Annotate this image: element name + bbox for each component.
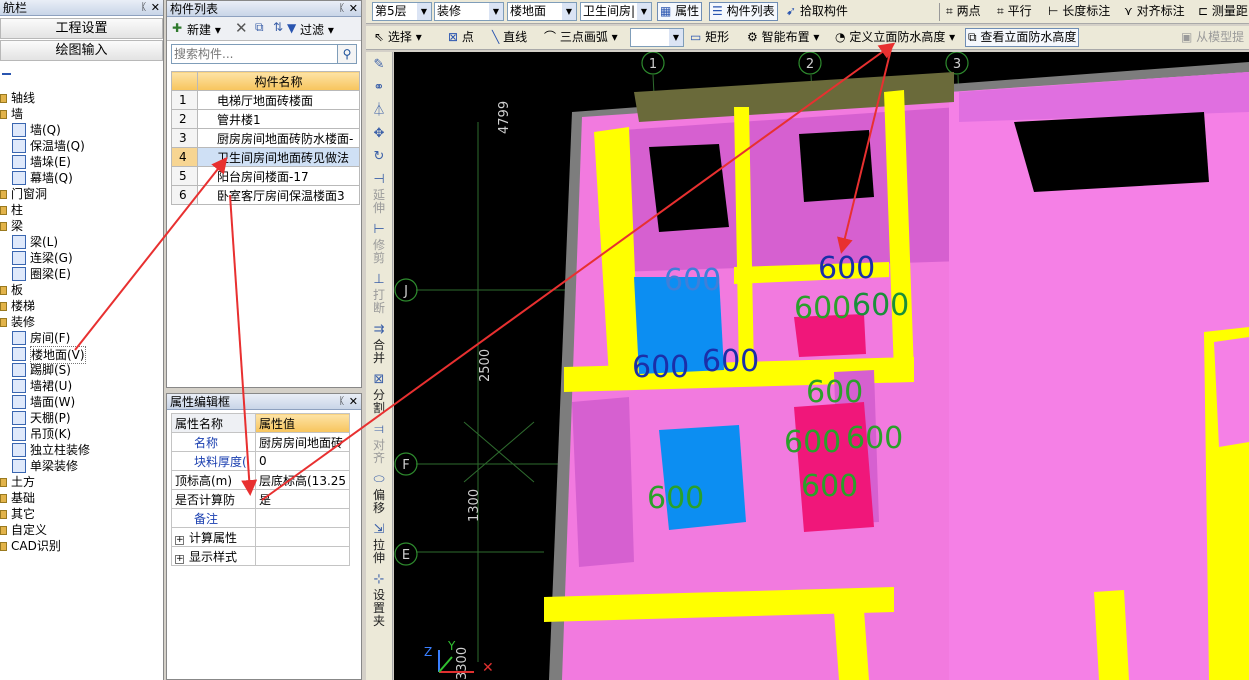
annotation-arrows — [74, 42, 896, 501]
